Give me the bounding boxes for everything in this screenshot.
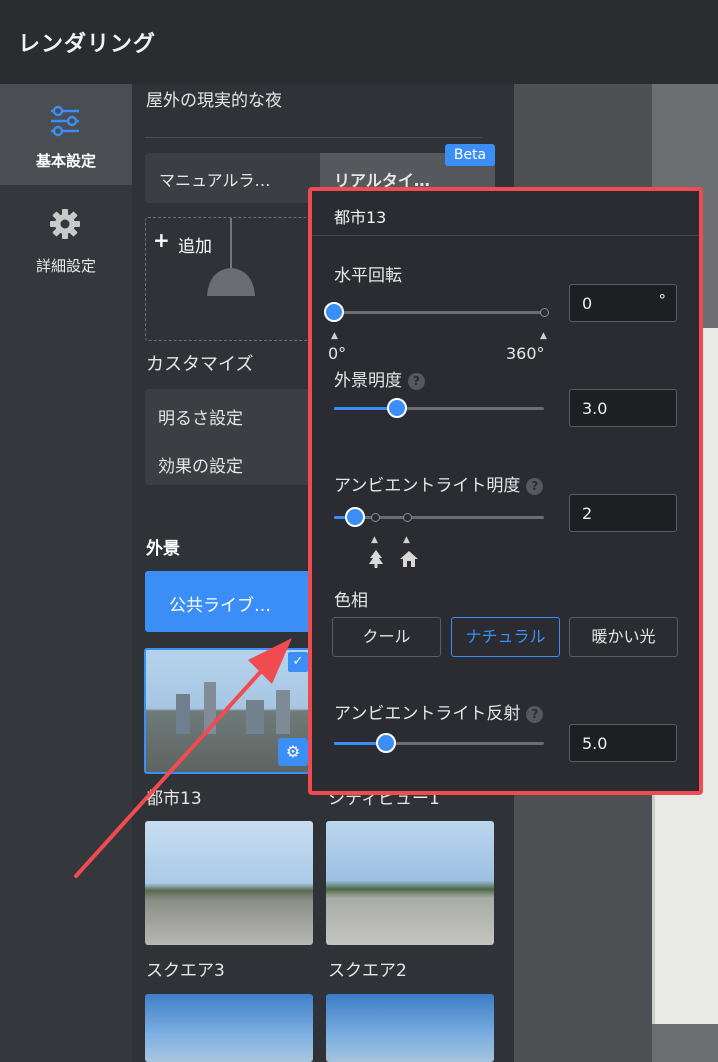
exterior-thumbnail[interactable] [326,994,494,1062]
tab-label: マニュアルラ… [159,171,271,190]
sidebar-item-label: 詳細設定 [35,257,96,275]
thumbnail-label: 都市13 [146,789,202,809]
customize-title: カスタマイズ [146,354,254,375]
ambient-brightness-label: アンビエントライト明度 [334,476,521,496]
window-title: レンダリング [18,32,157,57]
public-library-button[interactable]: 公共ライブ… [145,571,320,632]
pendant-lamp-icon [207,218,255,296]
sidebar-item-basic-settings[interactable]: 基本設定 [0,84,132,185]
rotation-label: 水平回転 [334,266,402,286]
ambient-brightness-label-row: アンビエントライト明度? [334,471,544,496]
popover-title: 都市13 [334,208,387,227]
beta-badge: Beta [445,144,495,166]
rotation-min-label: 0° [328,344,347,363]
sidebar-item-label: 基本設定 [35,152,96,170]
exterior-thumbnail[interactable] [145,821,313,945]
brightness-settings-item[interactable]: 明るさ設定 [158,404,243,429]
tab-manual-light[interactable]: マニュアルラ… [145,153,320,203]
exterior-thumbnail[interactable] [145,994,313,1062]
rotation-slider-handle[interactable] [324,302,344,322]
rotation-slider[interactable] [334,311,544,314]
sidebar: 基本設定 詳細設定 [0,84,132,1062]
house-icon [400,551,418,567]
tree-icon [369,550,383,568]
exterior-title: 外景 [146,539,180,559]
ambient-reflection-input[interactable]: 5.0 [569,724,677,762]
ambient-reflection-label: アンビエントライト反射 [334,704,521,724]
rotation-max-label: 360° [506,344,545,363]
plus-icon: + [153,228,170,252]
exterior-brightness-label-row: 外景明度? [334,366,425,391]
adjust-icon[interactable]: ⚙ [278,738,308,766]
check-icon: ✓ [288,652,308,672]
exterior-thumbnail[interactable]: ✓ ⚙ [144,648,312,774]
thumbnail-label: スクエア3 [146,961,225,981]
exterior-brightness-slider-handle[interactable] [387,398,407,418]
divider [145,137,482,138]
exterior-brightness-input[interactable]: 3.0 [569,389,677,427]
hue-label: 色相 [334,591,368,611]
ambient-brightness-input[interactable]: 2 [569,494,677,532]
help-icon[interactable]: ? [526,705,544,723]
hue-natural-button[interactable]: ナチュラル [451,617,560,657]
rotation-input[interactable]: 0 ° [569,284,677,322]
sidebar-item-advanced-settings[interactable]: 詳細設定 [0,185,132,286]
add-light-card[interactable]: + 追加 [145,217,315,341]
ambient-reflection-slider-handle[interactable] [376,733,396,753]
sliders-icon [51,105,79,137]
hue-warm-button[interactable]: 暖かい光 [569,617,678,657]
thumbnail-label: スクエア2 [328,961,407,981]
help-icon[interactable]: ? [526,477,544,495]
exterior-settings-popover: 都市13 水平回転 ▲ ▲ 0° 360° 0 ° 外景明度? 3.0 アンビエ… [308,187,703,795]
help-icon[interactable]: ? [408,372,425,390]
exterior-brightness-label: 外景明度 [334,371,402,391]
ambient-brightness-slider-handle[interactable] [345,507,365,527]
customize-list: 明るさ設定 効果の設定 [145,389,320,485]
hue-cool-button[interactable]: クール [332,617,441,657]
ambient-reflection-label-row: アンビエントライト反射? [334,699,544,724]
ambient-brightness-slider[interactable] [334,516,544,519]
effect-settings-item[interactable]: 効果の設定 [158,452,243,477]
gear-icon [50,209,80,239]
title-bar: レンダリング [0,0,718,84]
divider [312,235,699,236]
exterior-thumbnail[interactable] [326,821,494,945]
preset-name: 屋外の現実的な夜 [146,91,282,111]
